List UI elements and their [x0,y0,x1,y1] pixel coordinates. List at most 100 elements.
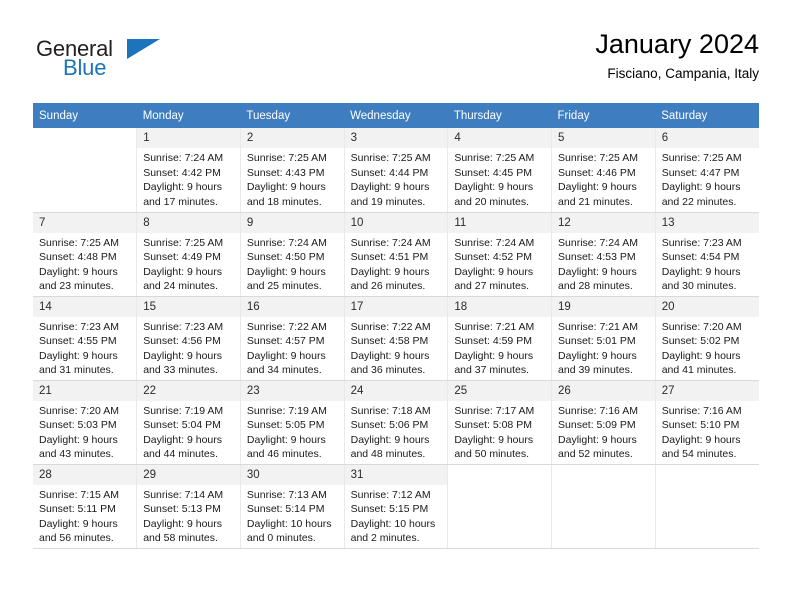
calendar-day-cell[interactable]: 25 Sunrise: 7:17 AM Sunset: 5:08 PM Dayligh… [447,380,553,465]
day-detail-lines [448,485,551,488]
day-detail-line: Sunset: 5:11 PM [39,503,116,515]
day-detail-line: Daylight: 9 hours [143,349,222,362]
day-detail-line: Sunrise: 7:18 AM [350,404,431,417]
calendar-day-cell[interactable]: 19 Sunrise: 7:21 AM Sunset: 5:01 PM Dayligh… [551,296,656,381]
calendar-day-cell[interactable]: 21 Sunrise: 7:20 AM Sunset: 5:03 PM Dayligh… [33,380,138,465]
day-detail-line: Daylight: 9 hours [454,349,534,362]
day-detail-line: Sunset: 4:44 PM [350,166,429,179]
calendar-week-row: 21 Sunrise: 7:20 AM Sunset: 5:03 PM Dayligh… [33,380,759,465]
calendar-day-cell[interactable]: 22 Sunrise: 7:19 AM Sunset: 5:04 PM Dayligh… [136,380,241,465]
day-detail-line: Sunset: 5:04 PM [143,419,221,431]
day-detail-line: Daylight: 9 hours [143,433,222,446]
day-number: 19 [552,296,655,317]
day-detail-line: Sunset: 4:56 PM [143,335,221,347]
day-detail-line: Sunset: 5:13 PM [143,503,221,515]
calendar-day-cell[interactable]: 18 Sunrise: 7:21 AM Sunset: 4:59 PM Dayligh… [447,296,553,381]
triangle-icon [127,39,160,59]
day-detail-line: and 52 minutes. [558,448,633,460]
calendar-week-row: 7 Sunrise: 7:25 AM Sunset: 4:48 PM Daylight… [33,212,759,297]
calendar-day-cell[interactable]: 4 Sunrise: 7:25 AM Sunset: 4:45 PM Daylight… [447,128,553,213]
calendar-day-cell[interactable]: 1 Sunrise: 7:24 AM Sunset: 4:42 PM Daylight… [136,128,241,213]
calendar-day-cell[interactable]: 20 Sunrise: 7:20 AM Sunset: 5:02 PM Dayligh… [654,296,759,381]
calendar-week-row: 14 Sunrise: 7:23 AM Sunset: 4:55 PM Dayligh… [33,296,759,381]
day-detail-lines: Sunrise: 7:24 AM Sunset: 4:53 PM Daylight:… [552,233,655,294]
day-detail-line: Sunrise: 7:16 AM [558,404,638,417]
calendar-day-cell[interactable]: 9 Sunrise: 7:24 AM Sunset: 4:50 PM Daylight… [239,212,345,297]
brand-logo[interactable]: General Blue [33,36,253,92]
day-detail-lines: Sunrise: 7:22 AM Sunset: 4:58 PM Daylight:… [345,317,448,378]
day-detail-line: Sunrise: 7:13 AM [246,488,327,501]
day-number: 21 [33,380,137,401]
day-detail-line: Sunset: 5:08 PM [454,419,532,431]
day-detail-line: Sunset: 5:14 PM [246,503,325,515]
calendar-day-cell[interactable]: 6 Sunrise: 7:25 AM Sunset: 4:47 PM Daylight… [654,128,759,213]
day-detail-line: Sunset: 4:46 PM [558,166,636,179]
day-detail-line: and 17 minutes. [143,195,218,208]
calendar-day-cell[interactable]: 7 Sunrise: 7:25 AM Sunset: 4:48 PM Daylight… [33,212,138,297]
day-detail-lines: Sunrise: 7:25 AM Sunset: 4:45 PM Daylight:… [448,148,551,209]
day-detail-line: Sunrise: 7:12 AM [350,488,431,501]
day-detail-lines: Sunrise: 7:25 AM Sunset: 4:46 PM Daylight:… [552,148,655,209]
day-detail-lines: Sunrise: 7:12 AM Sunset: 5:15 PM Daylight:… [345,485,448,546]
page-subtitle: Fisciano, Campania, Italy [607,66,759,81]
day-detail-line: and 27 minutes. [454,280,530,292]
calendar-day-cell[interactable]: 26 Sunrise: 7:16 AM Sunset: 5:09 PM Dayligh… [551,380,656,465]
day-number [655,464,759,485]
calendar-day-cell[interactable]: 17 Sunrise: 7:22 AM Sunset: 4:58 PM Dayligh… [343,296,449,381]
day-detail-line: Sunrise: 7:22 AM [246,320,327,333]
day-detail-line: Daylight: 9 hours [558,265,637,278]
calendar-day-cell[interactable]: 15 Sunrise: 7:23 AM Sunset: 4:56 PM Dayligh… [136,296,241,381]
calendar-day-cell-empty [447,464,553,549]
calendar-day-cell[interactable]: 10 Sunrise: 7:24 AM Sunset: 4:51 PM Dayligh… [343,212,449,297]
day-detail-line: Daylight: 9 hours [39,349,118,362]
calendar-day-cell-empty [551,464,656,549]
day-detail-lines: Sunrise: 7:13 AM Sunset: 5:14 PM Daylight:… [241,485,344,546]
day-detail-line: Sunset: 4:57 PM [246,335,325,347]
day-detail-line: Sunset: 5:10 PM [661,419,740,431]
day-detail-line: Daylight: 9 hours [143,517,222,530]
day-detail-line: and 26 minutes. [350,280,426,292]
calendar-day-cell[interactable]: 5 Sunrise: 7:25 AM Sunset: 4:46 PM Daylight… [551,128,656,213]
day-detail-lines [656,485,759,488]
day-number: 28 [33,464,137,485]
calendar-day-cell[interactable]: 16 Sunrise: 7:22 AM Sunset: 4:57 PM Dayligh… [239,296,345,381]
calendar-day-cell[interactable]: 30 Sunrise: 7:13 AM Sunset: 5:14 PM Dayligh… [239,464,345,549]
day-detail-line: Sunset: 4:54 PM [661,251,740,263]
day-detail-lines: Sunrise: 7:16 AM Sunset: 5:09 PM Daylight:… [552,401,655,462]
day-detail-lines: Sunrise: 7:25 AM Sunset: 4:44 PM Daylight:… [345,148,448,209]
calendar-day-cell[interactable]: 12 Sunrise: 7:24 AM Sunset: 4:53 PM Dayligh… [551,212,656,297]
day-detail-line: Sunrise: 7:24 AM [246,236,327,249]
day-detail-line: Daylight: 10 hours [350,517,436,530]
day-number: 22 [137,380,240,401]
day-number: 9 [240,212,344,233]
calendar-day-cell[interactable]: 24 Sunrise: 7:18 AM Sunset: 5:06 PM Dayligh… [343,380,449,465]
day-detail-line: and 0 minutes. [246,532,316,544]
calendar-day-cell[interactable]: 14 Sunrise: 7:23 AM Sunset: 4:55 PM Dayligh… [33,296,138,381]
day-detail-line: Sunset: 4:58 PM [350,335,429,347]
day-detail-line: Daylight: 9 hours [558,433,637,446]
weekday-header-thursday: Thursday [447,103,552,128]
day-detail-line: Sunrise: 7:25 AM [39,236,119,249]
calendar-day-cell[interactable]: 8 Sunrise: 7:25 AM Sunset: 4:49 PM Daylight… [136,212,241,297]
weekday-header-friday: Friday [551,103,656,128]
day-detail-line: Sunset: 4:45 PM [454,166,532,179]
calendar-grid: Sunday Monday Tuesday Wednesday Thursday Frid… [33,103,759,549]
day-detail-line: Sunset: 5:09 PM [558,419,636,431]
calendar-day-cell[interactable]: 2 Sunrise: 7:25 AM Sunset: 4:43 PM Daylight… [239,128,345,213]
calendar-week-row: 28 Sunrise: 7:15 AM Sunset: 5:11 PM Dayligh… [33,464,759,549]
calendar-day-cell[interactable]: 11 Sunrise: 7:24 AM Sunset: 4:52 PM Dayligh… [447,212,553,297]
calendar-day-cell[interactable]: 3 Sunrise: 7:25 AM Sunset: 4:44 PM Daylight… [343,128,449,213]
calendar-day-cell[interactable]: 28 Sunrise: 7:15 AM Sunset: 5:11 PM Dayligh… [33,464,138,549]
day-detail-line: Daylight: 9 hours [143,181,222,193]
calendar-day-cell[interactable]: 29 Sunrise: 7:14 AM Sunset: 5:13 PM Dayligh… [136,464,241,549]
calendar-day-cell[interactable]: 13 Sunrise: 7:23 AM Sunset: 4:54 PM Dayligh… [654,212,759,297]
day-detail-line: Sunset: 4:55 PM [39,335,117,347]
calendar-day-cell[interactable]: 23 Sunrise: 7:19 AM Sunset: 5:05 PM Dayligh… [239,380,345,465]
day-detail-line: Daylight: 9 hours [39,265,118,278]
day-detail-line: Daylight: 9 hours [661,265,741,278]
calendar-day-cell[interactable]: 27 Sunrise: 7:16 AM Sunset: 5:10 PM Dayligh… [654,380,759,465]
day-number: 25 [448,380,552,401]
day-detail-line: Sunrise: 7:19 AM [143,404,224,417]
calendar-day-cell[interactable]: 31 Sunrise: 7:12 AM Sunset: 5:15 PM Dayligh… [343,464,449,549]
day-detail-line: and 36 minutes. [350,364,426,376]
